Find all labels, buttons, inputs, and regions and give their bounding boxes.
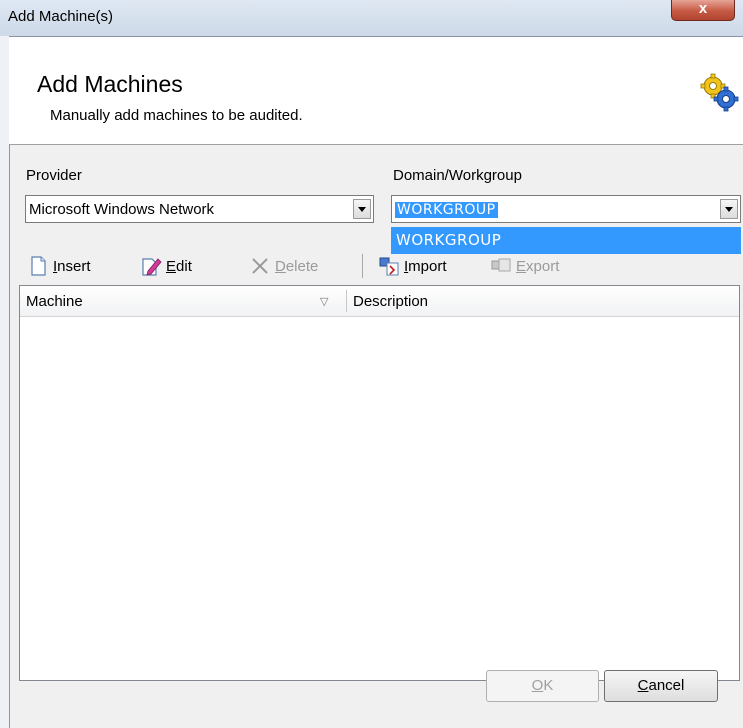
- chevron-down-icon[interactable]: [720, 199, 738, 219]
- window-title: Add Machine(s): [8, 8, 114, 25]
- document-icon: [31, 256, 46, 276]
- sort-arrow-icon[interactable]: ▽: [320, 295, 328, 308]
- ok-label: OK: [531, 677, 554, 694]
- grid-header: Machine ▽ Description: [20, 286, 739, 317]
- delete-button[interactable]: Delete: [249, 253, 318, 279]
- edit-button[interactable]: Edit: [140, 253, 192, 279]
- import-button[interactable]: Import: [378, 253, 447, 279]
- header-panel: Add Machines Manually add machines to be…: [9, 37, 743, 145]
- edit-pencil-icon: [142, 258, 162, 276]
- edit-label: Edit: [166, 257, 192, 275]
- page-subtitle: Manually add machines to be audited.: [50, 107, 303, 124]
- machine-grid[interactable]: Machine ▽ Description: [19, 285, 740, 681]
- column-header-description[interactable]: Description: [353, 293, 428, 310]
- domain-label: Domain/Workgroup: [393, 167, 522, 184]
- title-bar: Add Machine(s) x: [0, 0, 743, 36]
- import-label: Import: [404, 257, 447, 275]
- page-title: Add Machines: [37, 71, 183, 97]
- domain-value[interactable]: WORKGROUP: [395, 201, 498, 218]
- provider-value: Microsoft Windows Network: [29, 201, 215, 218]
- insert-button[interactable]: Insert: [27, 253, 91, 279]
- dropdown-option[interactable]: WORKGROUP: [396, 231, 501, 249]
- cancel-label: Cancel: [637, 677, 685, 694]
- provider-select[interactable]: Microsoft Windows Network: [25, 195, 374, 223]
- close-icon: x: [698, 0, 708, 17]
- domain-select[interactable]: WORKGROUP: [391, 195, 741, 223]
- export-button[interactable]: Export: [490, 253, 559, 279]
- delete-x-icon: [252, 258, 268, 274]
- delete-label: Delete: [275, 257, 319, 275]
- cancel-button[interactable]: Cancel: [604, 670, 718, 702]
- chevron-down-icon[interactable]: [353, 199, 371, 219]
- close-button[interactable]: x: [671, 0, 735, 21]
- provider-label: Provider: [26, 167, 82, 184]
- import-icon: [379, 257, 399, 276]
- column-resize-handle[interactable]: [346, 290, 347, 312]
- column-header-machine[interactable]: Machine: [26, 293, 83, 310]
- export-label: Export: [516, 257, 560, 275]
- gears-icon: [700, 73, 739, 112]
- insert-label: Insert: [53, 257, 91, 275]
- export-icon: [491, 258, 511, 272]
- domain-dropdown-list[interactable]: WORKGROUP: [391, 227, 741, 254]
- toolbar-separator: [362, 254, 363, 278]
- domain-value-text: WORKGROUP: [395, 202, 498, 218]
- ok-button[interactable]: OK: [486, 670, 599, 702]
